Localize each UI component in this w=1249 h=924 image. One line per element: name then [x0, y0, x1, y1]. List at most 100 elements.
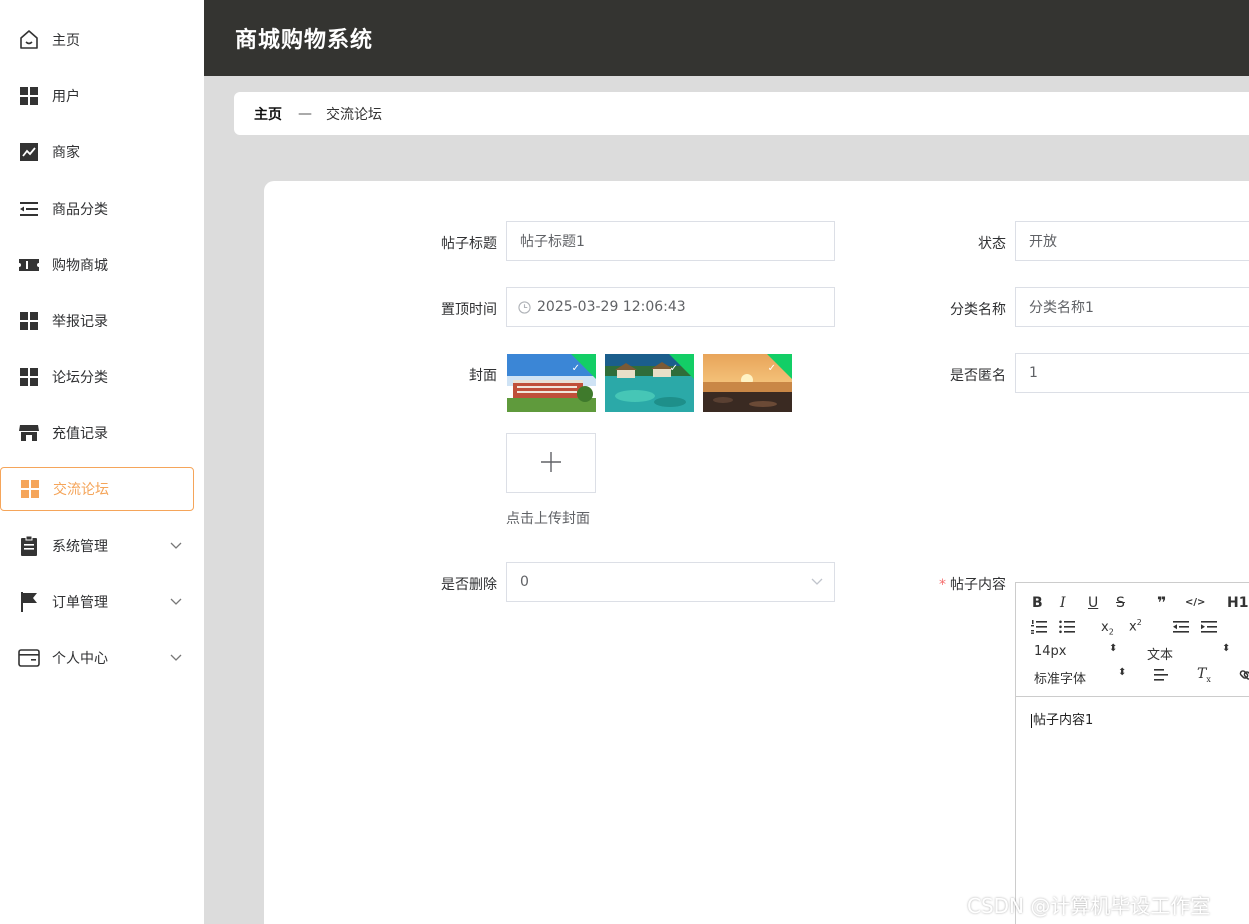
category-value: 分类名称1	[1029, 300, 1094, 316]
chevron-down-icon	[170, 594, 182, 610]
grid-icon	[18, 366, 40, 388]
code-block-button[interactable]: </>	[1185, 597, 1205, 608]
sidebar-item-label: 举报记录	[52, 314, 108, 330]
cover-thumbnail[interactable]: ✓	[605, 354, 694, 412]
anonymous-label: 是否匿名	[950, 368, 1006, 384]
pin-time-value: 2025-03-29 12:06:43	[537, 299, 686, 315]
sidebar-item-label: 订单管理	[52, 595, 108, 611]
clipboard-icon	[18, 535, 40, 557]
content-label: * 帖子内容	[896, 574, 1006, 594]
strike-button[interactable]: S	[1116, 595, 1125, 611]
underline-button[interactable]: U	[1088, 595, 1098, 611]
sidebar-item-label: 购物商城	[52, 258, 108, 274]
chevron-down-icon	[811, 578, 823, 586]
sidebar-item-label: 主页	[52, 33, 80, 49]
font-size-select[interactable]: 14px	[1034, 644, 1067, 659]
subscript-icon[interactable]: x2	[1101, 620, 1114, 637]
breadcrumb: 主页 — 交流论坛	[234, 92, 1249, 135]
bullet-list-icon[interactable]	[1059, 620, 1075, 638]
post-title-input[interactable]: 帖子标题1	[506, 221, 835, 261]
sidebar-item-forum[interactable]: 交流论坛	[0, 467, 194, 511]
ticket-icon	[18, 254, 40, 276]
italic-button[interactable]: I	[1060, 595, 1066, 611]
post-title-label: 帖子标题	[441, 236, 497, 252]
check-icon: ✓	[669, 363, 678, 374]
pin-time-label: 置顶时间	[441, 302, 497, 318]
cover-thumbnail[interactable]: ✓	[703, 354, 792, 412]
deleted-label: 是否删除	[441, 577, 497, 593]
sidebar-item-label: 商品分类	[52, 202, 108, 218]
store-icon	[18, 422, 40, 444]
sidebar-item-reports[interactable]: 举报记录	[0, 299, 194, 343]
align-left-icon[interactable]	[1154, 669, 1168, 685]
grid-icon	[19, 478, 41, 500]
sidebar-item-label: 商家	[52, 145, 80, 161]
plus-icon	[540, 446, 562, 481]
updown-icon: ⬍	[1222, 643, 1231, 654]
blockquote-button[interactable]: ❞	[1157, 593, 1166, 612]
anonymous-value: 1	[1029, 365, 1038, 381]
app-title: 商城购物系统	[235, 28, 374, 53]
sidebar-item-label: 论坛分类	[52, 370, 108, 386]
sidebar-item-merchants[interactable]: 商家	[0, 130, 194, 174]
sidebar-item-product-categories[interactable]: 商品分类	[0, 187, 194, 231]
status-input[interactable]: 开放	[1015, 221, 1249, 261]
indent-icon[interactable]	[1201, 620, 1217, 638]
sidebar-item-recharge[interactable]: 充值记录	[0, 411, 194, 455]
paragraph-select[interactable]: 文本	[1147, 644, 1173, 663]
sidebar-item-system[interactable]: 系统管理	[0, 524, 194, 568]
wallet-icon	[18, 647, 40, 669]
grid-icon	[18, 85, 40, 107]
deleted-select[interactable]: 0	[506, 562, 835, 602]
sidebar-item-orders[interactable]: 订单管理	[0, 580, 194, 624]
pin-time-picker[interactable]: 2025-03-29 12:06:43	[506, 287, 835, 327]
font-family-select[interactable]: 标准字体	[1034, 668, 1086, 687]
link-icon[interactable]	[1239, 668, 1249, 686]
text-caret	[1031, 713, 1032, 728]
upload-cover-button[interactable]	[506, 433, 596, 493]
editor-content[interactable]: 帖子内容1	[1031, 709, 1093, 728]
breadcrumb-current: 交流论坛	[326, 106, 382, 123]
chevron-down-icon	[170, 650, 182, 666]
upload-tip: 点击上传封面	[506, 511, 590, 527]
cover-label: 封面	[469, 368, 497, 384]
content-label-text: 帖子内容	[950, 577, 1006, 593]
list-indent-icon	[18, 198, 40, 220]
superscript-icon[interactable]: x2	[1129, 618, 1142, 634]
editor-content-text: 帖子内容1	[1033, 713, 1094, 728]
home-icon	[18, 29, 40, 51]
sidebar-item-label: 交流论坛	[53, 482, 109, 498]
required-mark: *	[939, 577, 946, 593]
check-icon: ✓	[767, 363, 776, 374]
chart-icon	[18, 141, 40, 163]
rich-text-editor: B I U S ❞ </> H1 x2 x2 14px ⬍ 文本 ⬍ 标准字体 …	[1015, 582, 1249, 924]
watermark: CSDN @计算机毕设工作室	[967, 894, 1211, 918]
breadcrumb-home[interactable]: 主页	[254, 104, 282, 124]
status-value: 开放	[1029, 234, 1057, 250]
sidebar-item-label: 用户	[52, 89, 80, 105]
sidebar-item-mall[interactable]: 购物商城	[0, 243, 194, 287]
sidebar-item-label: 充值记录	[52, 426, 108, 442]
sidebar: 主页 用户 商家 商品分类 购物商城 举报记录 论坛分类 充值记录 交流论坛 系…	[0, 0, 204, 924]
outdent-icon[interactable]	[1173, 620, 1189, 638]
chevron-down-icon	[170, 538, 182, 554]
bold-button[interactable]: B	[1032, 595, 1043, 611]
cover-thumbnail[interactable]: ✓	[507, 354, 596, 412]
editor-toolbar: B I U S ❞ </> H1 x2 x2 14px ⬍ 文本 ⬍ 标准字体 …	[1016, 583, 1249, 697]
sidebar-item-forum-categories[interactable]: 论坛分类	[0, 355, 194, 399]
anonymous-input[interactable]: 1	[1015, 353, 1249, 393]
updown-icon: ⬍	[1118, 667, 1127, 678]
header-1-button[interactable]: H1	[1227, 595, 1248, 611]
clear-format-icon[interactable]: Tx	[1197, 666, 1211, 684]
ordered-list-icon[interactable]	[1031, 620, 1047, 638]
post-title-value: 帖子标题1	[520, 234, 585, 250]
status-label: 状态	[978, 236, 1006, 252]
category-input[interactable]: 分类名称1	[1015, 287, 1249, 327]
sidebar-item-profile[interactable]: 个人中心	[0, 636, 194, 680]
sidebar-item-users[interactable]: 用户	[0, 74, 194, 118]
sidebar-item-home[interactable]: 主页	[0, 18, 194, 62]
check-icon: ✓	[571, 363, 580, 374]
breadcrumb-separator: —	[298, 105, 312, 122]
top-header: 商城购物系统	[204, 0, 1249, 76]
updown-icon: ⬍	[1109, 643, 1118, 654]
